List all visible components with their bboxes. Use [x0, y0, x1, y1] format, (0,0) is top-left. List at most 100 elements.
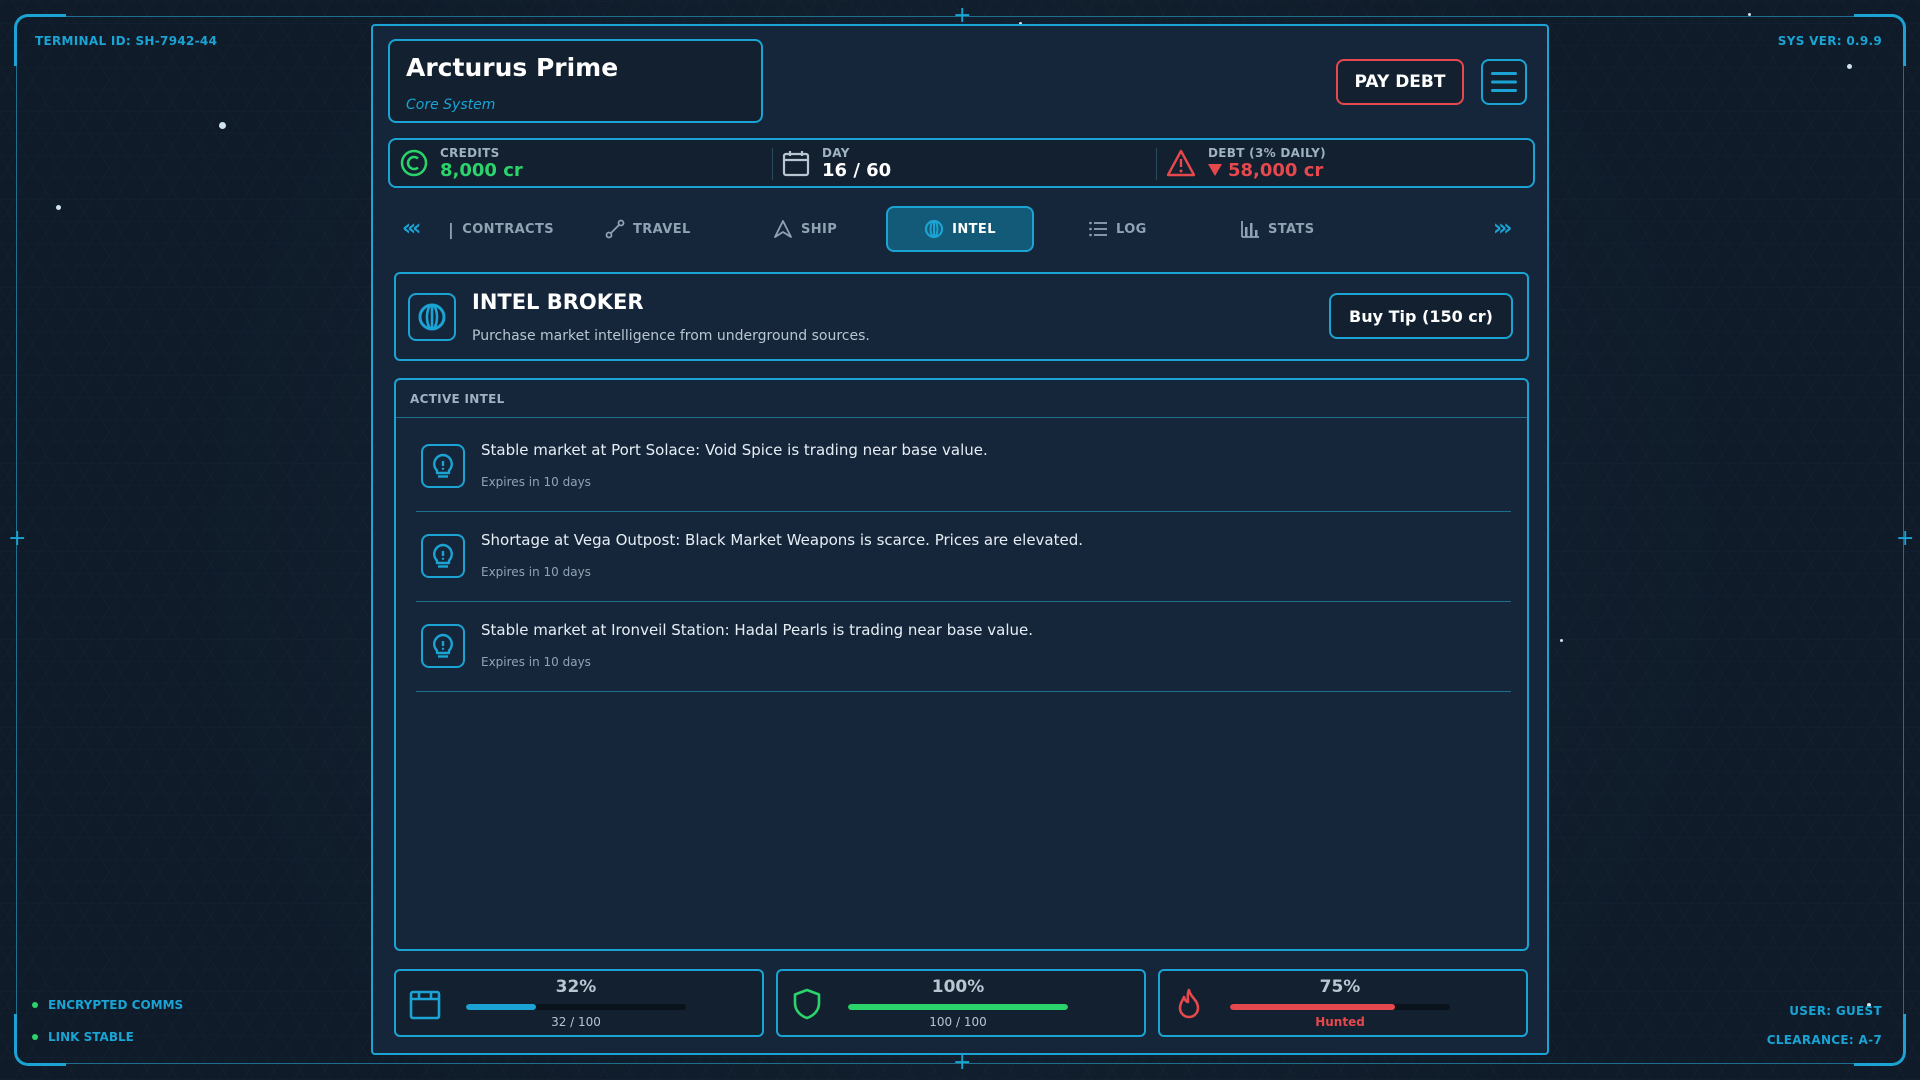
debt-down-arrow-icon [1208, 164, 1222, 176]
meter-fill [1230, 1004, 1395, 1010]
star [1748, 13, 1751, 16]
tab-contracts[interactable]: | CONTRACTS [448, 206, 554, 252]
pay-debt-button[interactable]: PAY DEBT [1336, 59, 1464, 105]
meter-percent: 75% [1319, 977, 1361, 997]
broker-description: Purchase market intelligence from underg… [472, 328, 870, 344]
crosshair-bottom: + [953, 1050, 972, 1075]
tab-label: STATS [1268, 221, 1315, 237]
intel-item-expiry: Expires in 10 days [481, 475, 591, 489]
system-version: SYS VER: 0.9.9 [1777, 34, 1882, 48]
location-name: Arcturus Prime [406, 53, 619, 82]
nav-next-icon[interactable]: ›» [1493, 216, 1512, 241]
shield-icon [793, 988, 821, 1020]
meter-percent: 32% [555, 977, 597, 997]
lightbulb-icon [433, 633, 453, 658]
calendar-icon [782, 151, 810, 177]
intel-item-text: Stable market at Port Solace: Void Spice… [481, 441, 988, 459]
debt-stat: DEBT (3% DAILY) 58,000 cr [1166, 140, 1326, 186]
broker-title: INTEL BROKER [472, 290, 644, 314]
main-panel: Arcturus Prime Core System PAY DEBT CRED… [371, 24, 1549, 1055]
tab-label: LOG [1116, 221, 1147, 237]
credits-label: CREDITS [440, 145, 500, 160]
crosshair-right: + [1896, 526, 1915, 551]
status-label: ENCRYPTED COMMS [48, 998, 184, 1012]
intel-item: Stable market at Port Solace: Void Spice… [416, 422, 1511, 512]
nav-tabs: «‹ | CONTRACTS TRAVEL SHIP INTEL LOG STA… [388, 202, 1535, 256]
credits-stat: CREDITS 8,000 cr [400, 140, 523, 186]
contracts-icon: | [448, 219, 455, 239]
active-intel-header: ACTIVE INTEL [396, 380, 1527, 418]
clearance-label: CLEARANCE: A-7 [1766, 1033, 1882, 1047]
intel-item-text: Stable market at Ironveil Station: Hadal… [481, 621, 1033, 639]
active-intel-panel: ACTIVE INTEL Stable market at Port Solac… [394, 378, 1529, 951]
crosshair-left: + [8, 526, 27, 551]
status-dot [32, 1002, 38, 1008]
meter-track [1230, 1004, 1450, 1010]
buy-tip-button[interactable]: Buy Tip (150 cr) [1329, 293, 1513, 339]
heat-meter: 75% Hunted [1158, 969, 1528, 1037]
tab-intel[interactable]: INTEL [886, 206, 1034, 252]
cargo-icon [409, 990, 441, 1020]
day-stat: DAY 16 / 60 [782, 140, 891, 186]
tab-label: CONTRACTS [462, 221, 555, 237]
intel-item-expiry: Expires in 10 days [481, 655, 591, 669]
intel-item-icon-frame [421, 624, 465, 668]
tab-stats[interactable]: STATS [1240, 206, 1315, 252]
tab-travel[interactable]: TRAVEL [605, 206, 691, 252]
star [56, 205, 61, 210]
intel-item: Shortage at Vega Outpost: Black Market W… [416, 512, 1511, 602]
meter-subtext: Hunted [1315, 1015, 1365, 1029]
terminal-id: TERMINAL ID: SH-7942-44 [35, 34, 218, 48]
flame-icon [1178, 988, 1200, 1019]
status-label: LINK STABLE [48, 1030, 134, 1044]
day-value: 16 / 60 [822, 159, 892, 181]
intel-item-expiry: Expires in 10 days [481, 565, 591, 579]
intel-icon [925, 219, 944, 239]
ship-icon [774, 220, 792, 238]
menu-button[interactable] [1481, 59, 1527, 105]
day-label: DAY [822, 145, 850, 160]
star [1847, 64, 1852, 69]
meter-fill [466, 1004, 537, 1010]
meter-subtext: 32 / 100 [551, 1015, 601, 1029]
star [219, 122, 226, 129]
meter-track [466, 1004, 686, 1010]
stat-divider [772, 148, 773, 180]
status-dot [32, 1034, 38, 1040]
tab-label: INTEL [952, 221, 996, 237]
tab-ship[interactable]: SHIP [773, 206, 837, 252]
meter-fill [848, 1004, 1068, 1010]
warning-icon [1166, 149, 1196, 177]
credits-value: 8,000 cr [440, 159, 523, 181]
meter-track [848, 1004, 1068, 1010]
debt-value: 58,000 cr [1228, 159, 1324, 181]
tab-log[interactable]: LOG [1088, 206, 1147, 252]
credits-icon [400, 149, 428, 177]
meter-subtext: 100 / 100 [929, 1015, 987, 1029]
meter-percent: 100% [931, 977, 985, 997]
route-icon [605, 219, 625, 239]
debt-label: DEBT (3% DAILY) [1208, 145, 1326, 160]
stat-divider [1156, 148, 1157, 180]
status-encrypted-comms: ENCRYPTED COMMS [32, 998, 183, 1012]
location-card: Arcturus Prime Core System [388, 39, 763, 123]
intel-item-icon-frame [421, 534, 465, 578]
stats-bar: CREDITS 8,000 cr DAY 16 / 60 DEBT (3% DA… [388, 138, 1535, 188]
lightbulb-icon [433, 453, 453, 478]
nav-prev-icon[interactable]: «‹ [402, 216, 421, 241]
bar-chart-icon [1241, 221, 1259, 238]
user-label: USER: GUEST [1789, 1004, 1882, 1018]
list-icon [1089, 221, 1107, 237]
intel-item-icon-frame [421, 444, 465, 488]
hull-meter: 100% 100 / 100 [776, 969, 1146, 1037]
intel-broker-card: INTEL BROKER Purchase market intelligenc… [394, 272, 1529, 361]
star [1560, 639, 1563, 642]
lightbulb-icon [433, 543, 453, 568]
broker-icon-frame [408, 293, 456, 341]
tab-label: SHIP [801, 221, 838, 237]
status-link-stable: LINK STABLE [32, 1030, 134, 1044]
intel-item: Stable market at Ironveil Station: Hadal… [416, 602, 1511, 692]
hamburger-menu-icon [1491, 72, 1517, 92]
intel-icon [418, 303, 446, 331]
location-subtitle: Core System [406, 97, 496, 113]
